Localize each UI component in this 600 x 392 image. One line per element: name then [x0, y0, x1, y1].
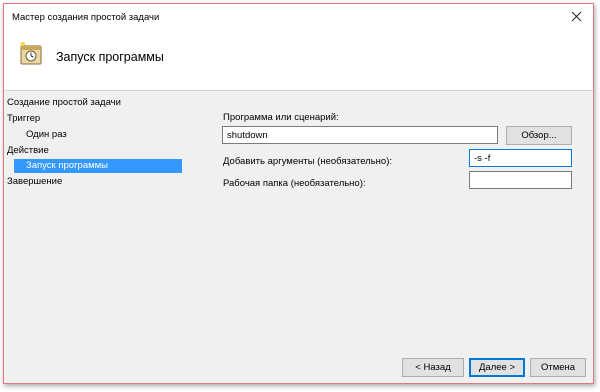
close-button[interactable]	[567, 8, 587, 26]
step-trigger: Триггер	[7, 113, 41, 124]
arguments-input[interactable]	[469, 149, 572, 167]
page-title: Запуск программы	[56, 50, 164, 64]
window-title: Мастер создания простой задачи	[12, 12, 160, 23]
step-finish: Завершение	[7, 176, 63, 187]
working-folder-label: Рабочая папка (необязательно):	[223, 178, 366, 189]
next-button[interactable]: Далее >	[469, 358, 525, 377]
browse-button[interactable]: Обзор...	[506, 126, 572, 145]
step-action: Действие	[7, 145, 49, 156]
close-icon	[571, 11, 582, 22]
working-folder-input[interactable]	[469, 171, 572, 189]
program-label: Программа или сценарий:	[223, 112, 339, 123]
title-bar: Мастер создания простой задачи	[4, 4, 593, 30]
step-create-task: Создание простой задачи	[7, 97, 121, 108]
cancel-button[interactable]: Отмена	[530, 358, 586, 377]
step-once: Один раз	[26, 129, 67, 140]
back-button[interactable]: < Назад	[402, 358, 464, 377]
task-clock-icon	[18, 40, 44, 66]
wizard-header: Запуск программы	[4, 30, 593, 91]
program-input[interactable]	[222, 126, 498, 144]
arguments-label: Добавить аргументы (необязательно):	[223, 156, 393, 167]
wizard-window: Мастер создания простой задачи Запуск пр…	[3, 3, 594, 384]
step-start-program: Запуск программы	[14, 159, 182, 173]
